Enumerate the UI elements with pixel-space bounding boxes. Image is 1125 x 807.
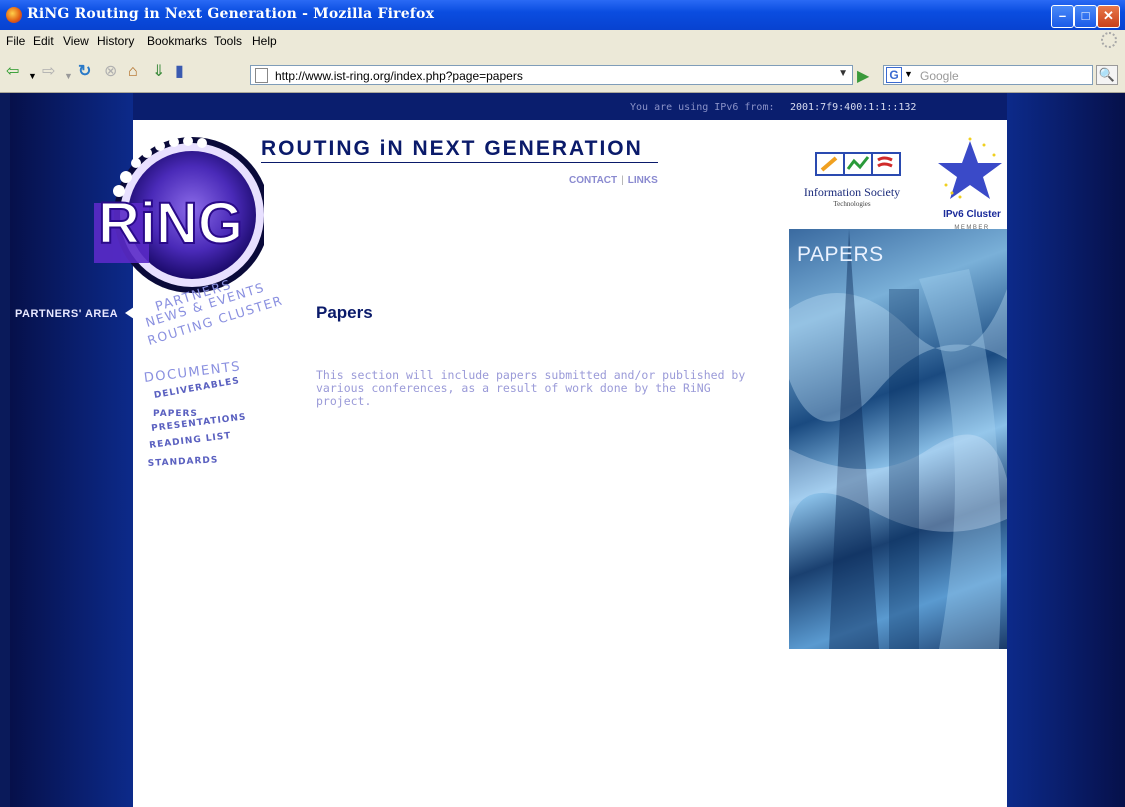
ipv6-label: You are using IPv6 from: (630, 102, 775, 113)
partners-area-link[interactable]: PARTNERS' AREA (15, 308, 118, 320)
firefox-icon (6, 7, 22, 23)
forward-icon[interactable]: ⇨ (42, 63, 55, 81)
ring-logo[interactable]: RiNG (74, 133, 264, 293)
go-icon[interactable]: ▶ (857, 66, 869, 86)
search-button[interactable]: 🔍 (1096, 65, 1118, 85)
logo-text: RiNG (98, 191, 243, 256)
google-engine-icon[interactable]: G (886, 67, 902, 83)
banner-label: PAPERS (797, 243, 884, 266)
page-description: This section will include papers submitt… (316, 368, 746, 408)
site-title: ROUTING iN NEXT GENERATION (261, 137, 643, 160)
navigation-toolbar: ⇦ ▼ ⇨ ▼ ↻ ⊗ ⌂ ⇓ ▮ http://www.ist-ring.or… (0, 52, 1125, 93)
url-dropdown-icon[interactable]: ▼ (838, 68, 848, 79)
download-icon[interactable]: ⇓ (152, 63, 165, 81)
menu-bookmarks[interactable]: Bookmarks (147, 34, 207, 48)
back-dropdown-icon[interactable]: ▼ (28, 67, 37, 85)
url-text: http://www.ist-ring.org/index.php?page=p… (275, 69, 523, 83)
page-viewport: You are using IPv6 from: 2001:7f9:400:1:… (10, 93, 1125, 807)
menu-edit[interactable]: Edit (33, 34, 54, 48)
contact-link[interactable]: CONTACT (569, 175, 617, 186)
ipv6-address: 2001:7f9:400:1:1::132 (790, 102, 917, 113)
papers-banner-image: PAPERS (789, 229, 1007, 649)
window-title: RiNG Routing in Next Generation - Mozill… (27, 6, 435, 22)
nav-papers[interactable]: PAPERS (153, 409, 198, 419)
ist-logo[interactable]: Information Society Technologies (792, 143, 912, 228)
ist-name: Information Society (804, 185, 900, 199)
page-icon (255, 68, 268, 83)
ipv6-cluster-logo[interactable]: IPv6 Cluster MEMBER (930, 133, 1010, 233)
ist-sub: Technologies (833, 200, 870, 208)
reload-icon[interactable]: ↻ (78, 63, 91, 81)
cluster-name: IPv6 Cluster (943, 209, 1001, 220)
menu-tools[interactable]: Tools (214, 34, 242, 48)
stop-icon[interactable]: ⊗ (104, 63, 117, 81)
minimize-button[interactable]: – (1051, 5, 1074, 28)
partners-area-arrow-icon (125, 307, 134, 319)
header-links: CONTACT | LINKS (569, 175, 658, 186)
menu-bar: File Edit View History Bookmarks Tools H… (0, 30, 1125, 52)
menu-history[interactable]: History (97, 34, 134, 48)
search-input[interactable]: G ▼ Google (883, 65, 1093, 85)
back-icon[interactable]: ⇦ (6, 63, 19, 81)
menu-help[interactable]: Help (252, 34, 277, 48)
url-bar[interactable]: http://www.ist-ring.org/index.php?page=p… (250, 65, 853, 85)
search-placeholder: Google (920, 69, 959, 83)
throbber-icon (1101, 32, 1117, 48)
bookmark-icon[interactable]: ▮ (175, 63, 184, 81)
maximize-button[interactable]: □ (1074, 5, 1097, 28)
engine-dropdown-icon[interactable]: ▼ (904, 69, 913, 79)
page-heading: Papers (316, 303, 373, 322)
forward-dropdown-icon[interactable]: ▼ (64, 67, 73, 85)
links-link[interactable]: LINKS (628, 175, 658, 186)
window-titlebar: RiNG Routing in Next Generation - Mozill… (0, 0, 1125, 30)
abstract-art (789, 229, 1007, 649)
home-icon[interactable]: ⌂ (128, 63, 138, 81)
menu-file[interactable]: File (6, 34, 25, 48)
menu-view[interactable]: View (63, 34, 89, 48)
title-underline (261, 162, 658, 163)
close-button[interactable]: ✕ (1097, 5, 1120, 28)
right-border (1007, 93, 1125, 807)
